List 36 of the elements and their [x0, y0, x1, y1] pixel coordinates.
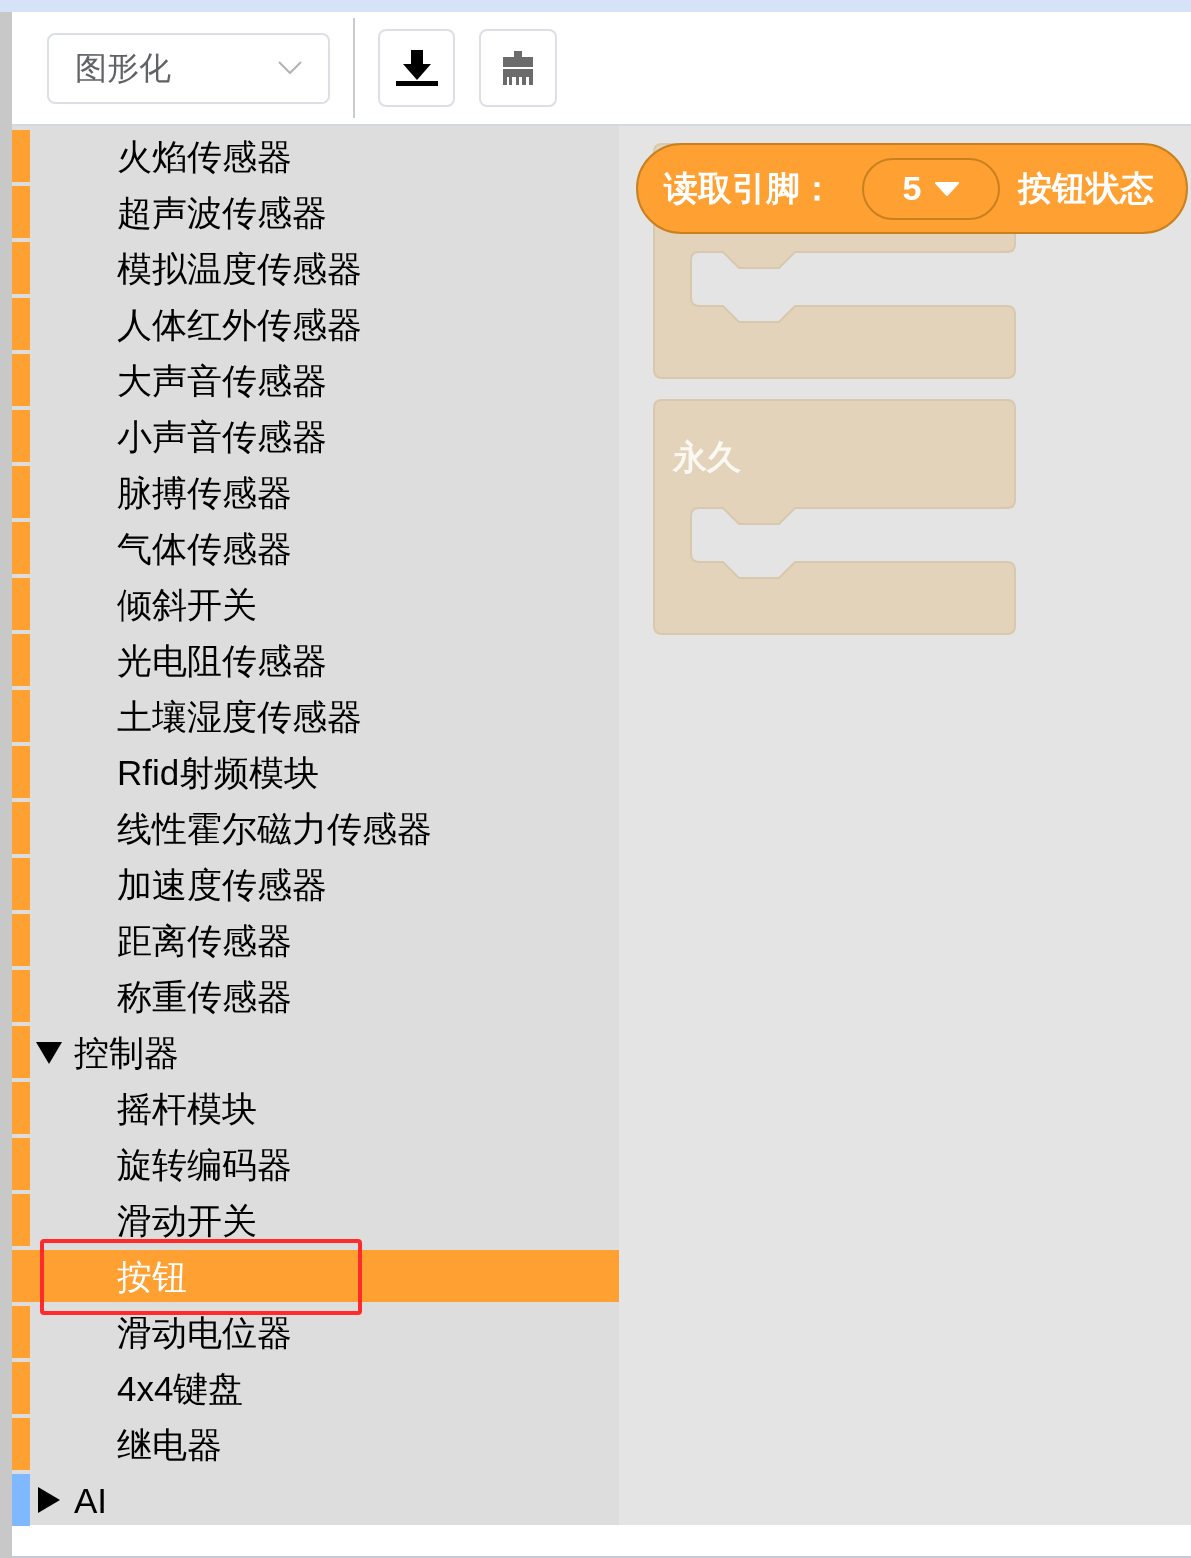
download-button[interactable]	[378, 29, 455, 107]
block-category-item[interactable]: 继电器	[117, 1426, 222, 1462]
dropdown-arrow-icon	[935, 181, 960, 196]
block-category-item[interactable]: 滑动电位器	[117, 1314, 292, 1350]
chevron-down-icon	[278, 61, 302, 75]
block-category-item[interactable]: 倾斜开关	[117, 586, 257, 622]
block-label: 读取引脚：	[664, 168, 834, 209]
block-category-item[interactable]: 距离传感器	[117, 922, 292, 958]
expanded-triangle-icon[interactable]	[36, 1039, 62, 1065]
mode-select[interactable]: 图形化	[47, 32, 330, 104]
clear-button[interactable]	[479, 29, 557, 107]
block-label: 按钮状态	[1018, 168, 1154, 209]
block-category-item[interactable]: 小声音传感器	[117, 418, 327, 454]
block-category-item[interactable]: 气体传感器	[117, 530, 292, 566]
download-icon	[395, 50, 438, 86]
block-category-item[interactable]: 加速度传感器	[117, 866, 327, 902]
block-category-item[interactable]: 线性霍尔磁力传感器	[117, 810, 432, 846]
block-category-item[interactable]: 土壤湿度传感器	[117, 698, 362, 734]
block-category-item[interactable]: Rfid射频模块	[117, 754, 320, 790]
block-category-item[interactable]: 摇杆模块	[117, 1090, 257, 1126]
block-category-item[interactable]: 模拟温度传感器	[117, 250, 362, 286]
block-category-item[interactable]: 4x4键盘	[117, 1370, 244, 1406]
block-category-item[interactable]: 人体红外传感器	[117, 306, 362, 342]
block-category-item[interactable]: 脉搏传感器	[117, 474, 292, 510]
brush-icon	[503, 51, 533, 85]
block-category-item[interactable]: 滑动开关	[117, 1202, 257, 1238]
block-category-item[interactable]: 火焰传感器	[117, 138, 292, 174]
category-label[interactable]: 控制器	[74, 1034, 179, 1070]
collapsed-triangle-icon[interactable]	[36, 1487, 62, 1513]
block-category-item[interactable]: 大声音传感器	[117, 362, 327, 398]
ghost-block-label: 永久	[673, 440, 741, 474]
block-category-item[interactable]: 称重传感器	[117, 978, 292, 1014]
block-category-item[interactable]: 超声波传感器	[117, 194, 327, 230]
block-category-item[interactable]: 旋转编码器	[117, 1146, 292, 1182]
category-label[interactable]: AI	[74, 1482, 108, 1518]
block-category-item[interactable]: 光电阻传感器	[117, 642, 327, 678]
